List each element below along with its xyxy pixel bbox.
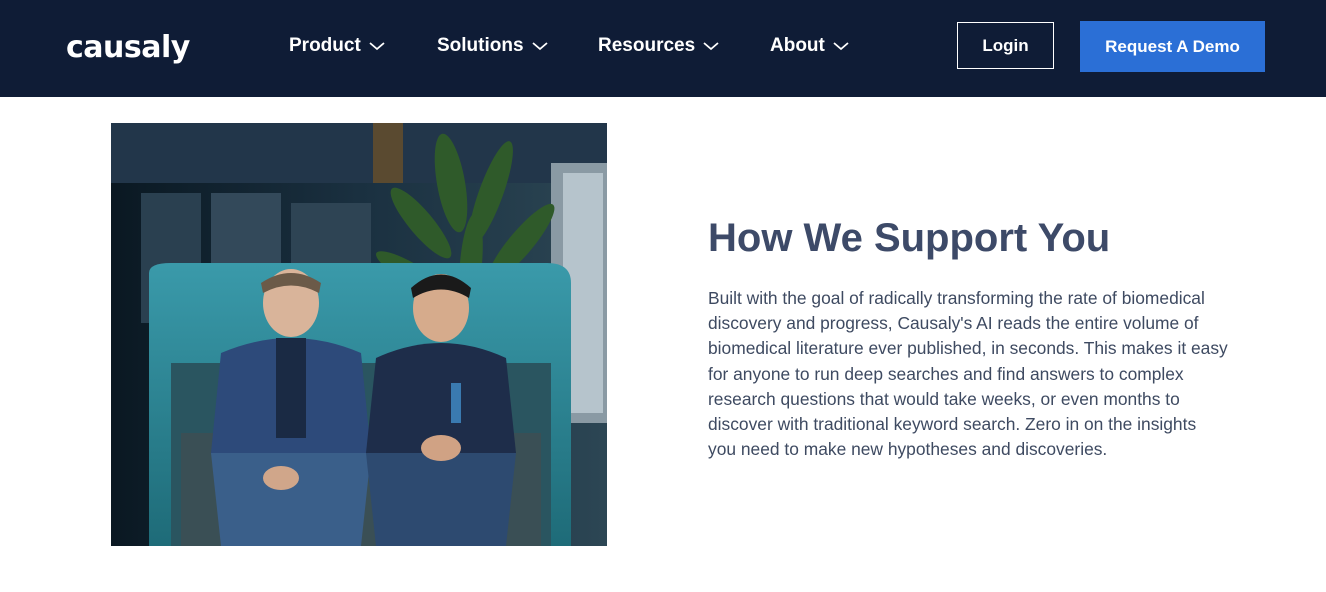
- nav-product-label: Product: [289, 35, 361, 56]
- section-description: Built with the goal of radically transfo…: [708, 288, 1228, 460]
- request-demo-button[interactable]: Request A Demo: [1080, 21, 1265, 72]
- nav-resources[interactable]: Resources: [598, 35, 719, 57]
- nav-about-label: About: [770, 35, 825, 56]
- chevron-down-icon: [703, 42, 719, 51]
- top-navbar: causaly Product Solutions Resources Abou…: [0, 0, 1326, 97]
- chevron-down-icon: [531, 42, 548, 51]
- chevron-down-icon: [369, 42, 385, 51]
- login-button[interactable]: Login: [957, 22, 1054, 69]
- nav-solutions-label: Solutions: [437, 35, 524, 56]
- team-photo: [111, 123, 607, 546]
- nav-resources-label: Resources: [598, 35, 696, 56]
- section-title: How We Support You: [708, 216, 1111, 260]
- founders-image: [111, 123, 607, 546]
- causaly-logo[interactable]: causaly: [66, 30, 190, 65]
- nav-about[interactable]: About: [770, 35, 849, 57]
- chevron-down-icon: [833, 42, 849, 51]
- nav-solutions[interactable]: Solutions: [437, 35, 548, 57]
- nav-product[interactable]: Product: [289, 35, 385, 57]
